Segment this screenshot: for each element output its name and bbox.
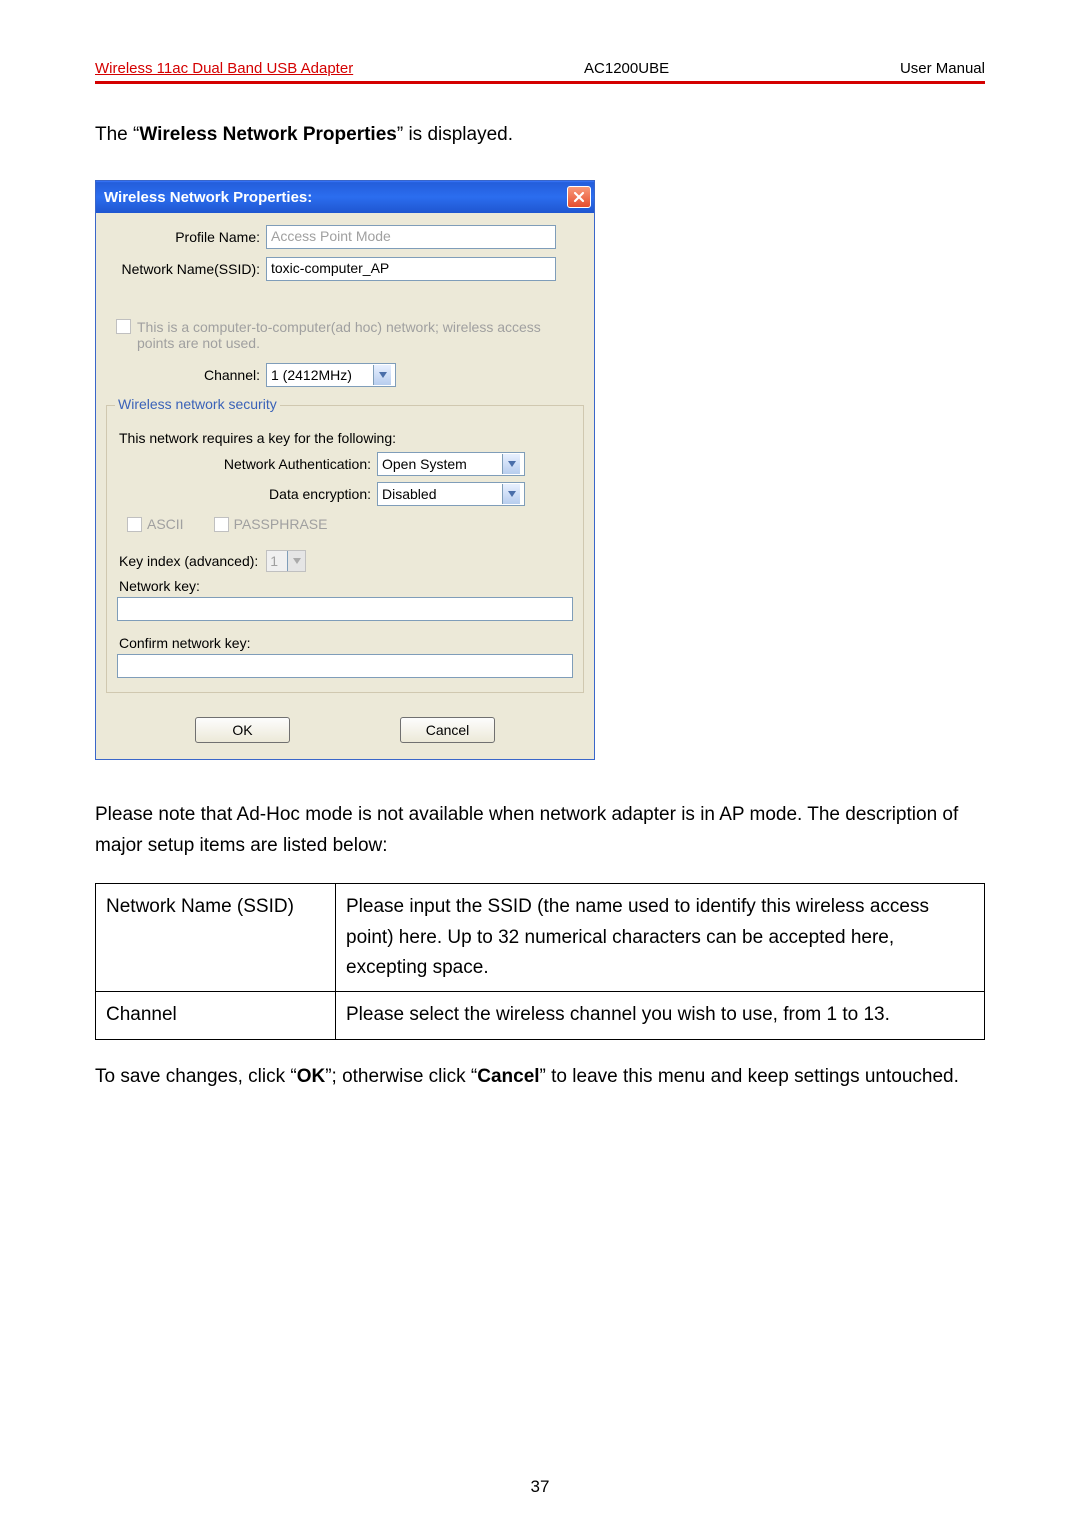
networkkey-input[interactable] — [117, 597, 573, 621]
encryption-value: Disabled — [382, 486, 502, 502]
ascii-label: ASCII — [147, 516, 184, 532]
cancel-button[interactable]: Cancel — [400, 717, 495, 743]
profile-name-row: Profile Name: Access Point Mode — [106, 225, 584, 249]
dialog-titlebar[interactable]: Wireless Network Properties: — [96, 181, 594, 213]
dialog-button-row: OK Cancel — [106, 717, 584, 743]
table-cell: Please input the SSID (the name used to … — [336, 884, 985, 992]
cancel-button-label: Cancel — [426, 722, 470, 738]
auth-dropdown[interactable]: Open System — [377, 452, 525, 476]
group-legend: Wireless network security — [115, 396, 280, 412]
doc-header-center: AC1200UBE — [584, 60, 669, 77]
chevron-down-icon — [287, 551, 305, 571]
doc-header-left: Wireless 11ac Dual Band USB Adapter — [95, 60, 353, 77]
encryption-dropdown[interactable]: Disabled — [377, 482, 525, 506]
table-row: Network Name (SSID) Please input the SSI… — [96, 884, 985, 992]
closing-b1: OK — [297, 1066, 326, 1087]
closing-p1: To save changes, click “ — [95, 1066, 297, 1087]
adhoc-checkbox — [116, 319, 131, 334]
intro-bold: Wireless Network Properties — [139, 124, 396, 145]
closing-text: To save changes, click “OK”; otherwise c… — [95, 1062, 985, 1092]
closing-b2: Cancel — [477, 1066, 539, 1087]
encryption-label: Data encryption: — [117, 486, 377, 502]
ascii-checkbox-row: ASCII — [127, 516, 184, 532]
ssid-label: Network Name(SSID): — [106, 261, 266, 277]
ssid-row: Network Name(SSID): toxic-computer_AP — [106, 257, 584, 281]
auth-label: Network Authentication: — [117, 456, 377, 472]
key-mode-checkboxes: ASCII PASSPHRASE — [127, 516, 573, 532]
intro-post: ” is displayed. — [397, 124, 513, 145]
wireless-properties-dialog: Wireless Network Properties: Profile Nam… — [95, 180, 595, 760]
security-groupbox: Wireless network security This network r… — [106, 405, 584, 693]
chevron-down-icon — [502, 484, 520, 504]
chevron-down-icon — [373, 365, 391, 385]
closing-p2: ”; otherwise click “ — [325, 1066, 477, 1087]
group-intro: This network requires a key for the foll… — [119, 430, 573, 446]
page-number: 37 — [0, 1477, 1080, 1497]
keyindex-row: Key index (advanced): 1 — [119, 550, 573, 572]
encryption-row: Data encryption: Disabled — [117, 482, 573, 506]
adhoc-text: This is a computer-to-computer(ad hoc) n… — [137, 319, 578, 351]
channel-row: Channel: 1 (2412MHz) — [106, 363, 584, 387]
document-header: Wireless 11ac Dual Band USB Adapter AC12… — [95, 60, 985, 84]
confirmkey-label: Confirm network key: — [119, 635, 573, 651]
closing-p3: ” to leave this menu and keep settings u… — [540, 1066, 959, 1087]
page: Wireless 11ac Dual Band USB Adapter AC12… — [0, 0, 1080, 1527]
ok-button[interactable]: OK — [195, 717, 290, 743]
table-cell: Channel — [96, 992, 336, 1039]
keyindex-value: 1 — [267, 553, 287, 569]
profile-name-input: Access Point Mode — [266, 225, 556, 249]
intro-text: The “Wireless Network Properties” is dis… — [95, 120, 985, 150]
passphrase-checkbox-row: PASSPHRASE — [214, 516, 328, 532]
close-icon — [573, 191, 585, 203]
dialog-body: Profile Name: Access Point Mode Network … — [96, 213, 594, 759]
table-cell: Network Name (SSID) — [96, 884, 336, 992]
profile-name-label: Profile Name: — [106, 229, 266, 245]
setup-items-table: Network Name (SSID) Please input the SSI… — [95, 883, 985, 1040]
auth-value: Open System — [382, 456, 502, 472]
confirmkey-input[interactable] — [117, 654, 573, 678]
keyindex-label: Key index (advanced): — [119, 553, 258, 569]
close-button[interactable] — [567, 186, 591, 208]
auth-row: Network Authentication: Open System — [117, 452, 573, 476]
ascii-checkbox — [127, 517, 142, 532]
passphrase-checkbox — [214, 517, 229, 532]
profile-name-value: Access Point Mode — [271, 228, 391, 244]
table-row: Channel Please select the wireless chann… — [96, 992, 985, 1039]
passphrase-label: PASSPHRASE — [234, 516, 328, 532]
ok-button-label: OK — [232, 722, 252, 738]
doc-header-right: User Manual — [900, 60, 985, 77]
intro-pre: The “ — [95, 124, 139, 145]
networkkey-label: Network key: — [119, 578, 573, 594]
after-dialog-text: Please note that Ad-Hoc mode is not avai… — [95, 800, 985, 861]
keyindex-dropdown: 1 — [266, 550, 306, 572]
dialog-title: Wireless Network Properties: — [104, 189, 312, 206]
channel-dropdown[interactable]: 1 (2412MHz) — [266, 363, 396, 387]
ssid-input[interactable]: toxic-computer_AP — [266, 257, 556, 281]
channel-label: Channel: — [106, 367, 266, 383]
ssid-value: toxic-computer_AP — [271, 260, 389, 276]
channel-value: 1 (2412MHz) — [271, 367, 373, 383]
table-cell: Please select the wireless channel you w… — [336, 992, 985, 1039]
chevron-down-icon — [502, 454, 520, 474]
adhoc-row: This is a computer-to-computer(ad hoc) n… — [106, 289, 584, 355]
